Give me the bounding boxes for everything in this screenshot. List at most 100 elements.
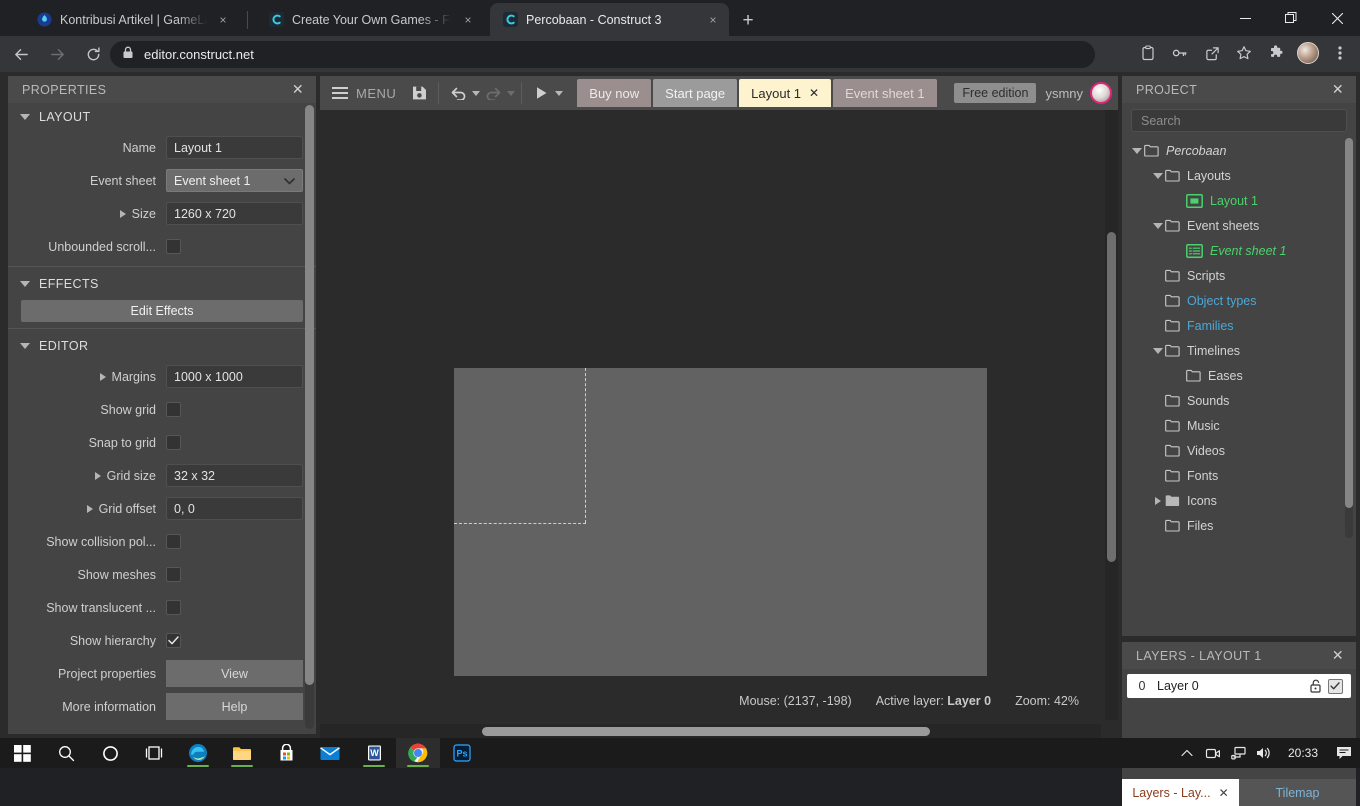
- browser-tab-0[interactable]: Kontribusi Artikel | GameLab | Pla ×: [24, 3, 239, 36]
- cortana-icon[interactable]: [88, 738, 132, 768]
- event-sheet-select[interactable]: Event sheet 1: [166, 169, 303, 192]
- properties-scrollbar-thumb[interactable]: [305, 105, 314, 685]
- close-icon[interactable]: ✕: [809, 86, 819, 100]
- chevron-down-icon[interactable]: [1151, 172, 1165, 179]
- project-tree-item-event-sheet-1[interactable]: Event sheet 1: [1122, 238, 1356, 263]
- project-tree-item-sounds[interactable]: Sounds: [1122, 388, 1356, 413]
- forward-button[interactable]: [42, 39, 72, 69]
- grid-size-input[interactable]: 32 x 32: [166, 464, 303, 487]
- address-bar[interactable]: editor.construct.net: [110, 41, 1095, 68]
- menu-button[interactable]: MENU: [320, 76, 406, 110]
- avatar[interactable]: [1294, 39, 1322, 67]
- maximize-restore-button[interactable]: [1268, 0, 1314, 36]
- properties-scrollbar[interactable]: [305, 105, 314, 729]
- chevron-right-icon[interactable]: [99, 372, 106, 381]
- show-collision-polys-checkbox[interactable]: [166, 534, 181, 549]
- dock-tab-tilemap[interactable]: Tilemap: [1239, 779, 1356, 806]
- taskbar-clock[interactable]: 20:33: [1278, 746, 1328, 760]
- task-view-icon[interactable]: [132, 738, 176, 768]
- screen-record-icon[interactable]: [1200, 738, 1226, 768]
- edge-icon[interactable]: [176, 738, 220, 768]
- word-icon[interactable]: W: [352, 738, 396, 768]
- file-explorer-icon[interactable]: [220, 738, 264, 768]
- redo-icon[interactable]: [480, 80, 506, 106]
- canvas-vertical-scrollbar-thumb[interactable]: [1107, 232, 1116, 562]
- canvas-horizontal-scrollbar-thumb[interactable]: [482, 727, 930, 736]
- editor-tab-buy-now[interactable]: Buy now: [577, 79, 652, 107]
- share-icon[interactable]: [1198, 39, 1226, 67]
- show-grid-checkbox[interactable]: [166, 402, 181, 417]
- star-icon[interactable]: [1230, 39, 1258, 67]
- project-tree[interactable]: Percobaan Layouts Layout 1 Event sheets Even…: [1122, 136, 1356, 636]
- preview-icon[interactable]: [528, 80, 554, 106]
- dock-tab-layers[interactable]: Layers - Lay... ✕: [1122, 779, 1239, 806]
- menu-dots-icon[interactable]: [1326, 39, 1354, 67]
- grid-offset-input[interactable]: 0, 0: [166, 497, 303, 520]
- project-properties-view-button[interactable]: View: [166, 660, 303, 687]
- user-avatar[interactable]: [1090, 82, 1112, 104]
- browser-tab-close-icon[interactable]: ×: [215, 12, 231, 28]
- project-tree-item-icons[interactable]: Icons: [1122, 488, 1356, 513]
- chevron-down-icon[interactable]: [1151, 347, 1165, 354]
- project-tree-scrollbar[interactable]: [1345, 138, 1353, 538]
- reload-button[interactable]: [78, 39, 108, 69]
- layout-name-input[interactable]: Layout 1: [166, 136, 303, 159]
- more-information-help-button[interactable]: Help: [166, 693, 303, 720]
- unlock-icon[interactable]: [1305, 679, 1325, 693]
- layer-visibility-toggle[interactable]: [1325, 678, 1345, 694]
- network-icon[interactable]: [1226, 738, 1252, 768]
- redo-dropdown-caret-icon[interactable]: [507, 90, 516, 96]
- chevron-down-icon[interactable]: [1151, 222, 1165, 229]
- chrome-icon[interactable]: [396, 738, 440, 768]
- project-tree-item-videos[interactable]: Videos: [1122, 438, 1356, 463]
- layout-size-input[interactable]: 1260 x 720: [166, 202, 303, 225]
- chevron-right-icon[interactable]: [86, 504, 93, 513]
- browser-tab-close-icon[interactable]: ×: [705, 12, 721, 28]
- editor-tab-event-sheet-1[interactable]: Event sheet 1: [833, 79, 937, 107]
- minimize-button[interactable]: [1222, 0, 1268, 36]
- close-icon[interactable]: ✕: [1328, 647, 1348, 664]
- project-tree-item-eases[interactable]: Eases: [1122, 363, 1356, 388]
- browser-tab-2-active[interactable]: Percobaan - Construct 3 ×: [490, 3, 729, 36]
- canvas-vertical-scrollbar[interactable]: [1105, 110, 1118, 720]
- close-icon[interactable]: ✕: [1328, 81, 1348, 98]
- prop-section-editor[interactable]: EDITOR: [8, 332, 316, 360]
- chevron-up-icon[interactable]: [1174, 738, 1200, 768]
- editor-tab-layout-1[interactable]: Layout 1 ✕: [739, 79, 832, 107]
- project-tree-item-object-types[interactable]: Object types: [1122, 288, 1356, 313]
- save-icon[interactable]: [406, 80, 432, 106]
- mail-icon[interactable]: [308, 738, 352, 768]
- notification-icon[interactable]: [1328, 738, 1360, 768]
- edit-effects-button[interactable]: Edit Effects: [21, 300, 303, 322]
- project-tree-item-layouts[interactable]: Layouts: [1122, 163, 1356, 188]
- project-tree-item-event-sheets[interactable]: Event sheets: [1122, 213, 1356, 238]
- undo-dropdown-caret-icon[interactable]: [472, 90, 481, 96]
- photoshop-icon[interactable]: Ps: [440, 738, 484, 768]
- show-translucent-checkbox[interactable]: [166, 600, 181, 615]
- preview-dropdown-caret-icon[interactable]: [555, 90, 564, 96]
- microsoft-store-icon[interactable]: [264, 738, 308, 768]
- layout-bounds-rect[interactable]: [454, 368, 987, 676]
- prop-section-layout[interactable]: LAYOUT: [8, 103, 316, 131]
- margins-input[interactable]: 1000 x 1000: [166, 365, 303, 388]
- project-tree-item-percobaan[interactable]: Percobaan: [1122, 138, 1356, 163]
- snap-to-grid-checkbox[interactable]: [166, 435, 181, 450]
- unbounded-scroll-checkbox[interactable]: [166, 239, 181, 254]
- start-button[interactable]: [0, 738, 44, 768]
- chevron-right-icon[interactable]: [119, 209, 126, 218]
- show-hierarchy-checkbox[interactable]: [166, 633, 181, 648]
- layer-name[interactable]: Layer 0: [1157, 679, 1305, 693]
- project-tree-item-layout-1[interactable]: Layout 1: [1122, 188, 1356, 213]
- key-icon[interactable]: [1166, 39, 1194, 67]
- layout-canvas[interactable]: [320, 110, 1101, 720]
- free-edition-badge[interactable]: Free edition: [954, 83, 1037, 103]
- browser-tab-close-icon[interactable]: ×: [460, 12, 476, 28]
- search-icon[interactable]: [44, 738, 88, 768]
- close-icon[interactable]: ✕: [288, 81, 308, 98]
- layer-row[interactable]: 0 Layer 0: [1127, 674, 1351, 698]
- back-button[interactable]: [6, 39, 36, 69]
- new-tab-button[interactable]: +: [734, 9, 762, 35]
- close-window-button[interactable]: [1314, 0, 1360, 36]
- puzzle-icon[interactable]: [1262, 39, 1290, 67]
- project-tree-item-files[interactable]: Files: [1122, 513, 1356, 538]
